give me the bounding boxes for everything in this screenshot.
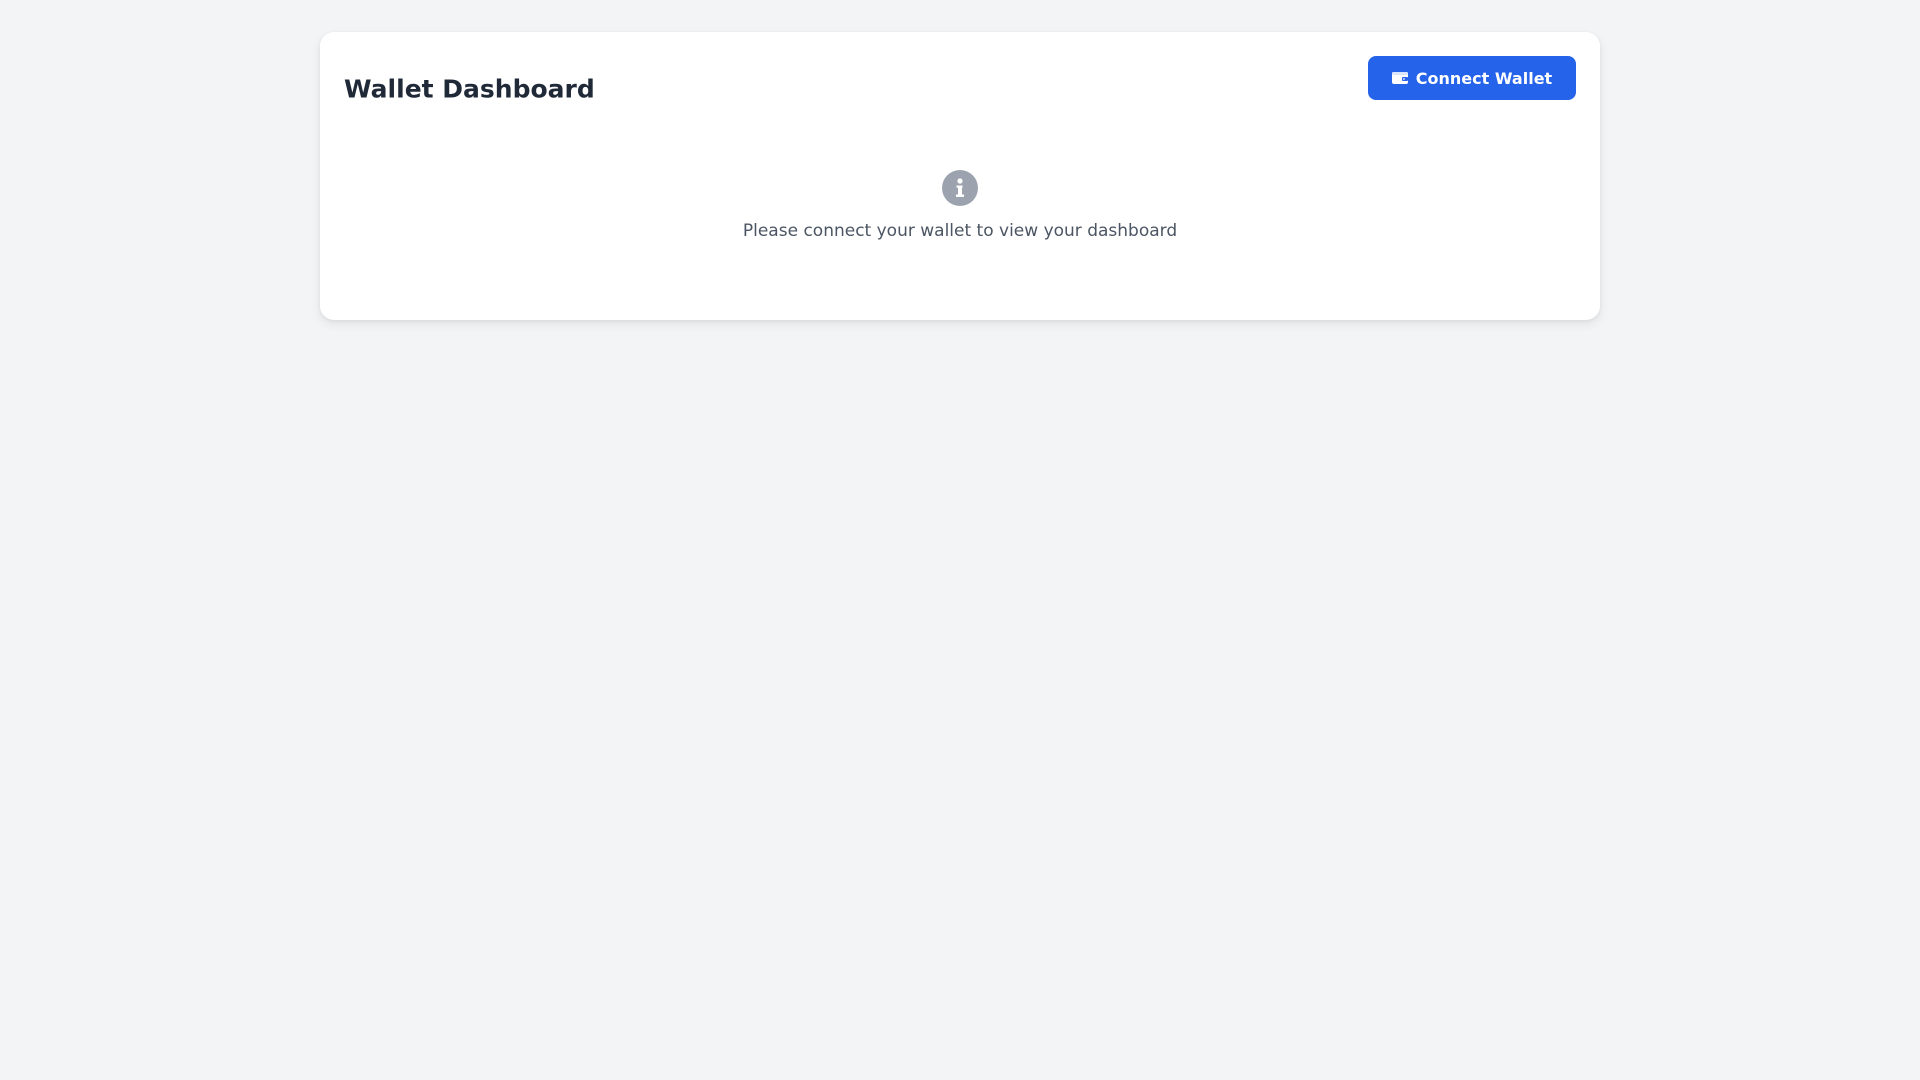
page-title: Wallet Dashboard	[344, 74, 595, 104]
empty-state-message: Please connect your wallet to view your …	[742, 221, 1178, 241]
connect-wallet-button[interactable]: Connect Wallet	[1368, 56, 1576, 100]
dashboard-card: Wallet Dashboard Connect Wallet Please c…	[320, 32, 1600, 320]
empty-state: Please connect your wallet to view your …	[320, 170, 1600, 241]
info-circle-icon	[942, 170, 978, 206]
connect-wallet-label: Connect Wallet	[1415, 68, 1553, 88]
wallet-icon	[1391, 71, 1408, 85]
